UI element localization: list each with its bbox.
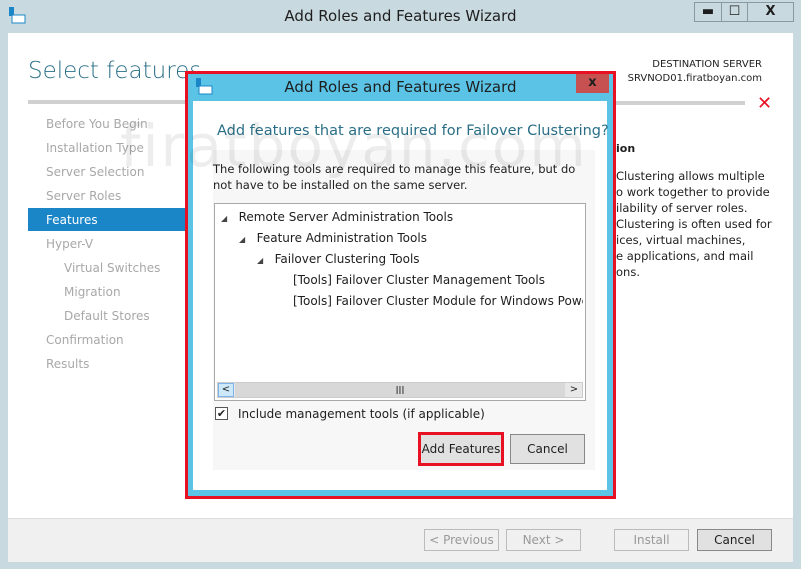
destination-server-name: SRVNOD01.firatboyan.com [627,73,762,84]
dialog-body-text: The following tools are required to mana… [213,162,576,192]
expand-icon[interactable]: ◢ [239,235,245,244]
install-button[interactable]: Install [614,529,689,551]
tree-label: Failover Clustering Tools [274,252,420,266]
include-tools-label: Include management tools (if applicable) [238,407,485,421]
title-bar: Add Roles and Features Wizard ▬ ☐ X [0,0,801,33]
nav-server-roles[interactable]: Server Roles [46,189,121,203]
wizard-footer: < Previous Next > Install Cancel [8,518,793,562]
close-button[interactable]: X [747,2,794,22]
nav-server-selection[interactable]: Server Selection [46,165,144,179]
add-features-button[interactable]: Add Features [421,435,501,463]
tree-item[interactable]: ◢ Feature Administration Tools [239,231,427,245]
previous-button[interactable]: < Previous [424,529,499,551]
cancel-button[interactable]: Cancel [697,529,772,551]
description-heading: ion [616,142,636,155]
nav-results[interactable]: Results [46,357,89,371]
expand-icon[interactable]: ◢ [221,214,227,223]
destination-server: DESTINATION SERVER SRVNOD01.firatboyan.c… [628,58,762,86]
description-line: Clustering allows multiple [616,169,765,183]
feature-tree: ◢ Remote Server Administration Tools ◢ F… [214,203,586,401]
dialog-cancel-button[interactable]: Cancel [510,434,585,464]
tree-item[interactable]: [Tools] Failover Cluster Management Tool… [293,273,545,287]
description-line: ilability of server roles. [616,201,748,215]
dialog-heading: Add features that are required for Failo… [217,123,609,139]
nav-default-stores[interactable]: Default Stores [64,309,150,323]
nav-virtual-switches[interactable]: Virtual Switches [64,261,160,275]
description-line: ices, virtual machines, [616,233,746,247]
scroll-thumb[interactable]: ||| [235,383,565,397]
description-line: ons. [616,265,640,279]
scroll-left-button[interactable]: < [218,383,234,397]
dialog-title: Add Roles and Features Wizard [284,78,517,96]
nav-hyper-v[interactable]: Hyper-V [46,237,93,251]
error-icon: ✕ [757,93,773,114]
description-line: o work together to provide [616,185,770,199]
maximize-button[interactable]: ☐ [721,2,748,22]
minimize-button[interactable]: ▬ [694,2,722,22]
dialog-close-button[interactable]: x [576,74,609,93]
next-button[interactable]: Next > [506,529,581,551]
tree-item[interactable]: [Tools] Failover Cluster Module for Wind… [293,294,583,308]
nav-installation-type[interactable]: Installation Type [46,141,144,155]
destination-label: DESTINATION SERVER [652,59,762,70]
tree-label: Remote Server Administration Tools [238,210,454,224]
window-title: Add Roles and Features Wizard [284,7,517,25]
nav-features[interactable]: Features [46,213,98,227]
include-tools-checkbox[interactable]: ✔ [215,407,228,420]
nav-confirmation[interactable]: Confirmation [46,333,124,347]
scroll-right-button[interactable]: > [566,383,582,397]
page-title: Select features [28,58,202,84]
tree-item[interactable]: ◢ Failover Clustering Tools [257,252,420,266]
expand-icon[interactable]: ◢ [257,256,263,265]
nav-before-you-begin[interactable]: Before You Begin [46,117,148,131]
tree-label: Feature Administration Tools [256,231,427,245]
feature-description: Clustering allows multiple o work togeth… [616,168,772,280]
description-line: e applications, and mail [616,249,754,263]
description-line: Clustering is often used for [616,217,772,231]
progress-divider-right [600,101,745,105]
nav-migration[interactable]: Migration [64,285,121,299]
horizontal-scrollbar[interactable]: < ||| > [217,382,583,398]
tree-item[interactable]: ◢ Remote Server Administration Tools [221,210,453,224]
